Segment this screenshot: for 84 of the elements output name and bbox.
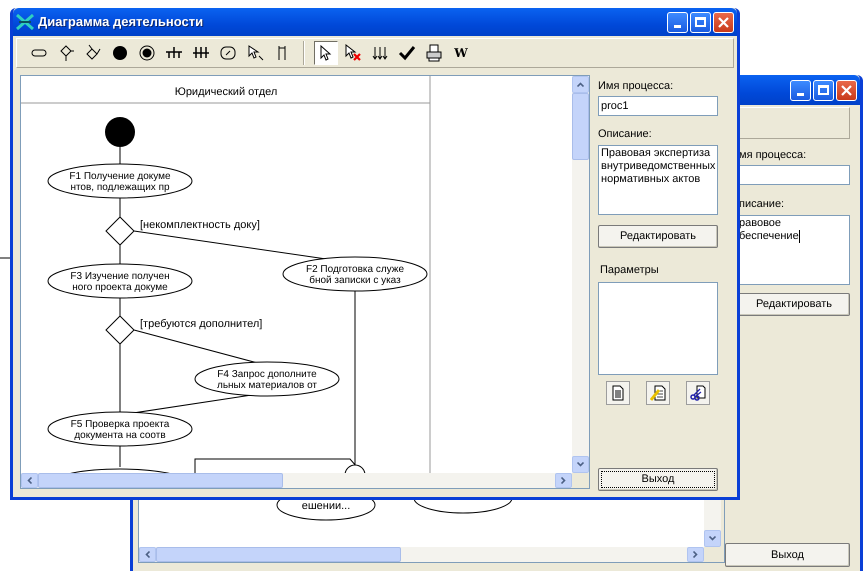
initial-node-icon xyxy=(111,44,129,62)
maximize-icon xyxy=(818,85,829,95)
swimlane-title: Юридический отдел xyxy=(174,86,278,98)
printer-icon xyxy=(425,44,443,62)
edit-button[interactable]: Редактировать xyxy=(739,293,850,316)
minimize-icon xyxy=(797,92,804,96)
action-label: F4 Запрос дополните xyxy=(217,369,317,380)
exit-button[interactable]: Выход xyxy=(725,543,850,567)
app-icon xyxy=(16,14,34,30)
close-icon xyxy=(841,84,852,96)
maximize-icon xyxy=(695,17,706,27)
guard-label: [требуются дополнител] xyxy=(140,318,262,330)
minimize-button[interactable] xyxy=(667,12,688,32)
minimize-button[interactable] xyxy=(790,80,811,100)
merge-icon xyxy=(84,44,102,62)
chevron-left-icon xyxy=(27,477,32,484)
description-field[interactable]: равовое беспечение xyxy=(739,215,850,285)
maximize-button[interactable] xyxy=(690,12,711,32)
minimize-icon xyxy=(674,24,681,28)
field-label: Описание: xyxy=(598,128,653,141)
description-line: равовое xyxy=(739,217,782,230)
close-icon xyxy=(718,16,729,28)
action-label: F3 Изучение получен xyxy=(70,271,170,282)
close-button[interactable] xyxy=(713,12,734,32)
scrollbar-thumb[interactable] xyxy=(38,473,283,488)
action-label: F1 Получение докуме xyxy=(69,171,171,182)
chevron-left-icon xyxy=(145,551,150,558)
parameters-list[interactable] xyxy=(598,282,718,375)
edit-button[interactable]: Редактировать xyxy=(598,225,718,248)
scroll-up-button[interactable] xyxy=(572,76,589,93)
scroll-left-button[interactable] xyxy=(21,473,38,488)
scroll-right-button[interactable] xyxy=(687,547,704,562)
window-title: Диаграмма деятельности xyxy=(38,13,204,32)
scroll-down-button[interactable] xyxy=(572,456,589,473)
field-label: писание: xyxy=(738,198,786,211)
description-field[interactable]: Правовая экспертиза внутриведомственных нормативных актов xyxy=(598,145,718,215)
process-name-field[interactable]: proc1 xyxy=(598,96,718,116)
down-arrows-icon xyxy=(371,44,389,62)
scrollbar-thumb[interactable] xyxy=(156,547,401,562)
action-label: нтов, подлежащих пр xyxy=(70,182,170,193)
exit-button[interactable]: Выход xyxy=(598,468,718,491)
action-label: бной записки с указ xyxy=(309,275,401,286)
chevron-down-icon xyxy=(709,536,716,541)
scroll-right-button[interactable] xyxy=(555,473,572,488)
horizontal-scrollbar[interactable] xyxy=(21,473,572,488)
document-icon xyxy=(610,385,626,401)
action-label: ешении... xyxy=(302,500,350,512)
action-label: льных материалов от xyxy=(217,380,317,391)
action-label: документа на соотв xyxy=(74,430,166,441)
document-pencil-icon xyxy=(650,385,666,401)
field-label: мя процесса: xyxy=(738,149,808,162)
scroll-left-button[interactable] xyxy=(139,547,156,562)
field-label: Параметры xyxy=(599,264,660,277)
action-label: F2 Подготовка служе xyxy=(306,264,404,275)
scissors-document-icon xyxy=(690,385,706,401)
maximize-button[interactable] xyxy=(813,80,834,100)
decision-node xyxy=(105,315,135,345)
decision-node xyxy=(105,216,135,246)
cursor-arrow-icon xyxy=(246,44,264,62)
chevron-right-icon xyxy=(693,551,698,558)
toolbar-button[interactable]: W xyxy=(449,41,473,65)
initial-node xyxy=(105,117,135,147)
final-node-icon xyxy=(138,44,156,62)
action-label: F5 Проверка проекта xyxy=(70,419,170,430)
icon-button[interactable] xyxy=(606,381,630,405)
icon-button[interactable] xyxy=(646,381,670,405)
guard-label: [некомплектность доку] xyxy=(140,219,260,231)
horizontal-scrollbar[interactable] xyxy=(139,547,704,562)
vertical-scrollbar[interactable] xyxy=(704,500,721,547)
scroll-down-button[interactable] xyxy=(704,530,721,547)
process-name-field[interactable] xyxy=(739,165,850,185)
action-label: ного проекта докуме xyxy=(72,282,168,293)
vertical-scrollbar[interactable] xyxy=(572,76,589,473)
chevron-up-icon xyxy=(577,82,584,87)
field-label: Имя процесса: xyxy=(598,80,674,93)
checkmark-icon xyxy=(398,44,416,62)
chevron-down-icon xyxy=(577,462,584,467)
icon-button[interactable] xyxy=(686,381,710,405)
chevron-right-icon xyxy=(561,477,566,484)
toolbar-button[interactable] xyxy=(314,41,338,65)
scrollbar-thumb[interactable] xyxy=(572,93,589,160)
pointer-delete-icon xyxy=(344,44,362,62)
object-node-icon xyxy=(219,44,237,62)
close-button[interactable] xyxy=(836,80,857,100)
